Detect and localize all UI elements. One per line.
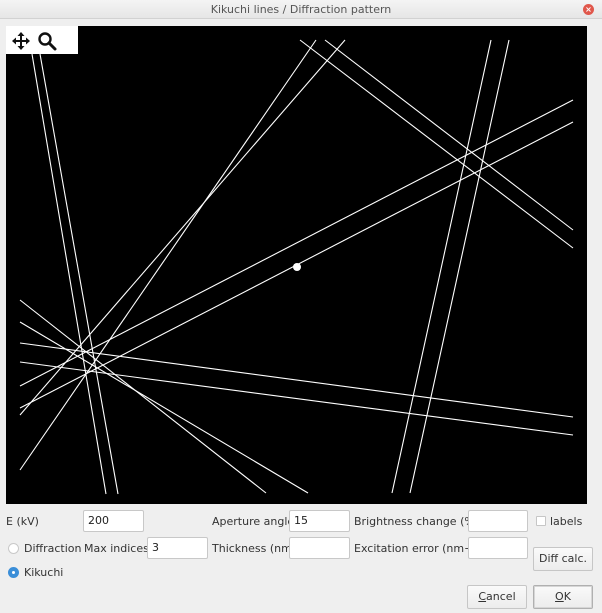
kikuchi-line bbox=[19, 39, 346, 416]
cancel-button[interactable]: Cancel bbox=[467, 585, 527, 609]
diffraction-radio-label: Diffraction bbox=[24, 542, 82, 555]
move-arrows-icon[interactable] bbox=[10, 30, 32, 52]
kikuchi-line bbox=[31, 53, 107, 495]
kikuchi-line bbox=[19, 361, 574, 436]
magnifier-icon[interactable] bbox=[36, 30, 58, 52]
labels-checkbox[interactable] bbox=[536, 516, 546, 526]
ok-button-label: OK bbox=[555, 590, 571, 603]
dialog-window: Kikuchi lines / Diffraction pattern × E … bbox=[0, 0, 602, 613]
window-title: Kikuchi lines / Diffraction pattern bbox=[210, 3, 392, 16]
kikuchi-radio[interactable] bbox=[8, 567, 19, 578]
e-kv-label: E (kV) bbox=[6, 515, 39, 528]
max-indices-label: Max indices bbox=[84, 542, 149, 555]
kikuchi-line bbox=[19, 99, 574, 387]
plot-toolbar bbox=[6, 26, 78, 54]
kikuchi-line bbox=[19, 39, 317, 471]
kikuchi-line bbox=[299, 39, 574, 249]
beam-center-marker bbox=[293, 263, 301, 271]
ok-button[interactable]: OK bbox=[533, 585, 593, 609]
kikuchi-line bbox=[391, 39, 492, 494]
cancel-button-label: Cancel bbox=[478, 590, 516, 603]
diffraction-radio[interactable] bbox=[8, 543, 19, 554]
brightness-change-label: Brightness change (%) bbox=[354, 515, 480, 528]
max-indices-input[interactable]: 3 bbox=[147, 537, 208, 559]
labels-checkbox-label: labels bbox=[550, 515, 583, 528]
kikuchi-plot-canvas[interactable] bbox=[6, 26, 587, 504]
thickness-input[interactable] bbox=[289, 537, 350, 559]
kikuchi-line bbox=[324, 39, 574, 231]
diff-calc-button[interactable]: Diff calc. bbox=[533, 547, 593, 571]
kikuchi-line bbox=[19, 342, 574, 418]
excitation-error-label: Excitation error (nm−1) bbox=[354, 542, 485, 555]
kikuchi-lines-svg bbox=[19, 39, 574, 495]
excitation-error-input[interactable] bbox=[468, 537, 528, 559]
kikuchi-radio-label: Kikuchi bbox=[24, 566, 64, 579]
brightness-change-input[interactable] bbox=[468, 510, 528, 532]
close-button[interactable]: × bbox=[583, 4, 594, 15]
aperture-angle-input[interactable]: 15 bbox=[289, 510, 350, 532]
aperture-angle-label: Aperture angle bbox=[212, 515, 295, 528]
kikuchi-line bbox=[19, 299, 267, 494]
title-bar: Kikuchi lines / Diffraction pattern × bbox=[0, 0, 602, 19]
kikuchi-line bbox=[39, 53, 119, 495]
e-kv-input[interactable]: 200 bbox=[83, 510, 144, 532]
thickness-label: Thickness (nm) bbox=[212, 542, 297, 555]
